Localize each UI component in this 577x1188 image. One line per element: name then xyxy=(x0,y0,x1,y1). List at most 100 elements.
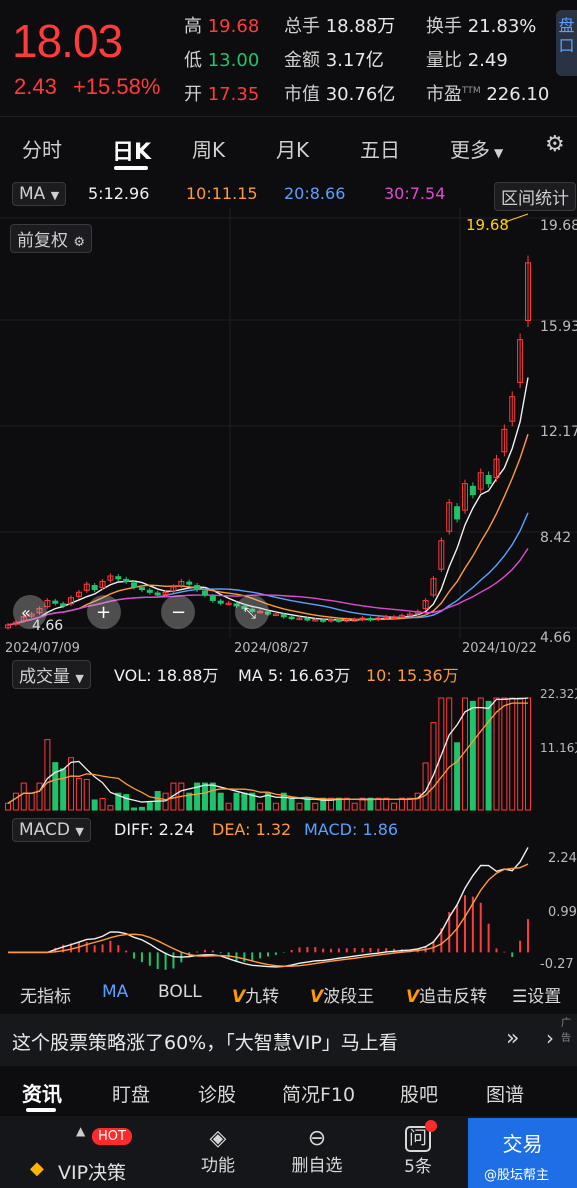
macd-axis-2: 0.99 xyxy=(548,905,577,920)
tab-monthly-k[interactable]: 月K xyxy=(276,134,309,163)
volume-bar xyxy=(414,792,421,811)
candle-body xyxy=(288,616,295,620)
next-icon[interactable]: › xyxy=(546,1026,554,1050)
volume-bar xyxy=(272,802,279,811)
vol-ma10-line xyxy=(7,702,528,804)
ma-selector[interactable]: MA ▼ xyxy=(12,182,67,206)
tab-diagnose[interactable]: 诊股 xyxy=(198,1080,236,1107)
candle-body xyxy=(91,585,98,591)
remove-watch-button[interactable]: ⊖ 删自选 xyxy=(286,1126,348,1176)
volume-bar xyxy=(501,697,508,811)
indicator-none[interactable]: 无指标 xyxy=(20,982,71,1007)
chevron-down-icon: ▼ xyxy=(50,189,60,202)
volume-bar xyxy=(351,802,358,811)
volume-bar xyxy=(5,802,11,811)
active-tab-indicator xyxy=(26,1108,56,1112)
change-value: 2.43 xyxy=(14,74,57,99)
tab-f10[interactable]: 简况F10 xyxy=(282,1080,355,1107)
volume-bar xyxy=(107,805,114,811)
double-chevron-right-icon: » xyxy=(506,1026,520,1051)
volume-bar xyxy=(517,697,524,811)
macd-chart[interactable]: 2.24 0.99 -0.27 xyxy=(0,842,577,974)
stat-pe: 市盈TTM 226.10 xyxy=(426,84,550,105)
price-axis-5: 4.66 xyxy=(540,630,571,646)
order-book-tab[interactable]: 盘口 xyxy=(556,10,577,76)
remove-watch-label: 删自选 xyxy=(291,1156,343,1176)
tab-more[interactable]: 更多 ▼ xyxy=(450,134,503,163)
function-icon: ◈ xyxy=(209,1126,227,1151)
volume-bar xyxy=(44,739,51,811)
plus-icon: + xyxy=(96,602,111,623)
range-stats-button[interactable]: 区间统计 xyxy=(494,182,576,211)
indicator-boduanwang[interactable]: V波段王 xyxy=(310,982,374,1007)
ma5-line xyxy=(7,377,529,626)
trade-label: 交易 xyxy=(502,1132,543,1156)
function-label: 功能 xyxy=(201,1156,235,1176)
tab-daily-k[interactable]: 日K xyxy=(112,134,151,166)
banner-text: 这个股票策略涨了60%，「大智慧VIP」马上看 xyxy=(12,1032,398,1054)
volume-bar xyxy=(28,792,35,811)
volume-bar xyxy=(430,722,437,811)
tab-intraday[interactable]: 分时 xyxy=(22,134,62,163)
indicator-ma[interactable]: MA xyxy=(102,982,128,1002)
candle-body xyxy=(186,581,193,585)
promo-banner[interactable]: 这个股票策略涨了60%，「大智慧VIP」马上看 » › 广告 xyxy=(0,1014,577,1066)
minus-circle-icon: ⊖ xyxy=(307,1126,327,1151)
tab-forum[interactable]: 股吧 xyxy=(400,1080,438,1107)
v-icon: V xyxy=(406,987,420,1007)
tab-news[interactable]: 资讯 xyxy=(22,1078,62,1107)
tab-five-day[interactable]: 五日 xyxy=(360,134,400,163)
indicator-zhuiji[interactable]: V追击反转 xyxy=(406,982,487,1007)
v-icon: V xyxy=(232,987,246,1007)
volume-bar xyxy=(241,792,248,811)
high-price-label: 19.68 xyxy=(466,216,509,234)
volume-selector[interactable]: 成交量 ▼ xyxy=(12,660,91,689)
vol-axis-2: 11.16万 xyxy=(540,741,577,755)
candle-body xyxy=(320,619,327,622)
candle-body xyxy=(60,603,67,607)
macd-selector[interactable]: MACD ▼ xyxy=(12,818,91,842)
candle-body xyxy=(194,585,201,591)
function-button[interactable]: ◈ 功能 xyxy=(196,1126,240,1176)
indicator-settings[interactable]: ☰设置 xyxy=(512,982,561,1007)
ma5-value: 5:12.96 xyxy=(88,184,150,203)
message-icon: 问 xyxy=(405,1120,437,1152)
notification-dot xyxy=(425,1120,437,1132)
candle-body xyxy=(131,582,138,588)
volume-bar xyxy=(446,697,453,811)
volume-chart[interactable]: 22.32万 11.16万 xyxy=(0,686,577,812)
gear-icon[interactable]: ⚙ xyxy=(545,132,565,157)
volume-bar xyxy=(12,792,19,811)
volume-bar xyxy=(201,782,208,811)
price-axis-2: 15.93 xyxy=(540,319,577,335)
volume-bar xyxy=(162,792,169,811)
volume-bar xyxy=(52,762,59,811)
minus-icon: − xyxy=(171,602,186,623)
price-axis-4: 8.42 xyxy=(540,530,571,546)
expand-icon: ⤡ xyxy=(244,604,256,622)
price-change: 2.43 +15.58% xyxy=(14,74,160,100)
price-axis-3: 12.17 xyxy=(540,424,577,440)
chevron-down-icon: ▼ xyxy=(75,672,84,685)
candle-body xyxy=(115,576,122,580)
caret-up-icon: ▲ xyxy=(76,1124,86,1138)
indicator-boll[interactable]: BOLL xyxy=(158,982,202,1002)
volume-bar xyxy=(60,768,67,811)
tab-watch[interactable]: 盯盘 xyxy=(112,1080,150,1107)
price-chart[interactable]: 19.68 19.68 15.93 12.17 8.42 4.66 4.66 2… xyxy=(0,208,577,658)
indicator-jiuzhuan[interactable]: V九转 xyxy=(232,982,279,1007)
tab-graph[interactable]: 图谱 xyxy=(486,1080,524,1107)
messages-button[interactable]: 问 5条 xyxy=(396,1120,440,1177)
divider xyxy=(0,116,577,117)
tab-weekly-k[interactable]: 周K xyxy=(192,134,225,163)
settings-list-icon: ☰ xyxy=(512,987,528,1007)
candle-body xyxy=(304,617,311,621)
volume-bar xyxy=(525,697,531,811)
vol-axis-1: 22.32万 xyxy=(540,687,577,701)
volume-bar xyxy=(99,797,106,811)
volume-bar xyxy=(288,797,295,811)
date-axis-1: 2024/07/09 xyxy=(5,641,80,656)
macd-axis-3: -0.27 xyxy=(540,957,574,972)
volume-bar xyxy=(509,697,516,811)
ma20-value: 20:8.66 xyxy=(284,184,346,203)
